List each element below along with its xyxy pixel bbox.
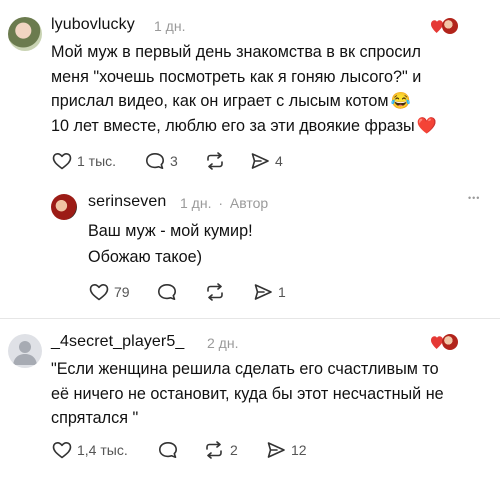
comment-line-with-emoji: 10 лет вместе, люблю его за эти двоякие …: [51, 116, 437, 135]
reply-text: Ваш муж - мой кумир! Обожаю такое): [88, 218, 253, 270]
author-label: Автор: [229, 195, 269, 211]
reply-line: Обожаю такое): [88, 248, 203, 266]
share-button[interactable]: 12: [266, 441, 307, 459]
comment-line: спрятался ": [51, 409, 139, 427]
reply-count: 3: [170, 153, 178, 169]
like-count: 79: [114, 284, 130, 300]
like-count: 1,4 тыс.: [77, 442, 128, 458]
comment-line: Мой муж в первый день знакомства в вк сп…: [51, 43, 421, 61]
heart-icon: [52, 153, 72, 170]
repost-button[interactable]: 2: [203, 441, 238, 459]
red-heart-emoji-icon: ❤️: [416, 116, 437, 135]
default-avatar-icon: [13, 341, 37, 365]
comment-time: 1 дн.: [180, 195, 212, 211]
comment-line-with-emoji: прислал видео, как он играет с лысым кот…: [51, 92, 411, 110]
comment-text: Мой муж в первый день знакомства в вк сп…: [51, 40, 481, 138]
comment-time: 2 дн.: [207, 335, 239, 351]
avatar-lyubovlucky[interactable]: [8, 17, 42, 51]
laughing-emoji-icon: 😂: [390, 92, 411, 110]
repost-icon: [207, 152, 223, 170]
share-icon: [251, 153, 269, 169]
like-button[interactable]: 1 тыс.: [52, 152, 116, 170]
comment-icon: [159, 442, 177, 458]
more-options-button[interactable]: •••: [468, 193, 480, 203]
repost-count: 2: [230, 442, 238, 458]
like-count: 1 тыс.: [77, 153, 117, 169]
repost-icon: [206, 441, 222, 459]
comment-divider: [0, 318, 500, 319]
repost-button[interactable]: [204, 152, 231, 170]
like-button[interactable]: 79: [89, 283, 130, 301]
share-count: 12: [291, 442, 307, 458]
reply-button[interactable]: [158, 441, 183, 459]
avatar-serinseven[interactable]: [51, 194, 77, 220]
repost-button[interactable]: [204, 283, 231, 301]
share-button[interactable]: 1: [253, 283, 286, 301]
comment-time: 1 дн.: [154, 18, 186, 34]
avatar-4secret-player5[interactable]: [8, 334, 42, 368]
meta-separator: ·: [218, 195, 224, 211]
share-icon: [254, 284, 272, 300]
comment-icon: [158, 284, 176, 300]
share-icon: [267, 442, 285, 458]
share-count: 4: [275, 153, 283, 169]
comment-line: меня "хочешь посмотреть как я гоняю лысо…: [51, 67, 422, 86]
reply-button[interactable]: [157, 283, 182, 301]
reply-meta: 1 дн. · Автор: [180, 195, 268, 211]
repost-icon: [207, 283, 223, 301]
reply-button[interactable]: 3: [145, 152, 178, 170]
liked-by-author-avatar: [442, 334, 458, 350]
liked-by-author-badge: [428, 16, 458, 40]
comment-line: "Если женщина решила сделать его счастли…: [51, 360, 439, 378]
share-button[interactable]: 4: [250, 152, 283, 170]
username-lyubovlucky[interactable]: lyubovlucky: [51, 16, 135, 34]
username-4secret-player5[interactable]: _4secret_player5_: [51, 333, 184, 351]
comment-text: "Если женщина решила сделать его счастли…: [51, 357, 491, 431]
share-count: 1: [278, 284, 286, 300]
comment-icon: [146, 153, 164, 169]
heart-icon: [52, 442, 72, 459]
comment-line: её ничего не остановит, куда бы этот нес…: [51, 384, 444, 403]
more-icon: •••: [468, 193, 481, 203]
username-serinseven[interactable]: serinseven: [88, 193, 166, 211]
like-button[interactable]: 1,4 тыс.: [52, 441, 128, 459]
liked-by-author-avatar: [442, 18, 458, 34]
reply-line: Ваш муж - мой кумир!: [88, 222, 253, 240]
liked-by-author-badge: [428, 332, 458, 356]
heart-icon: [89, 284, 109, 301]
